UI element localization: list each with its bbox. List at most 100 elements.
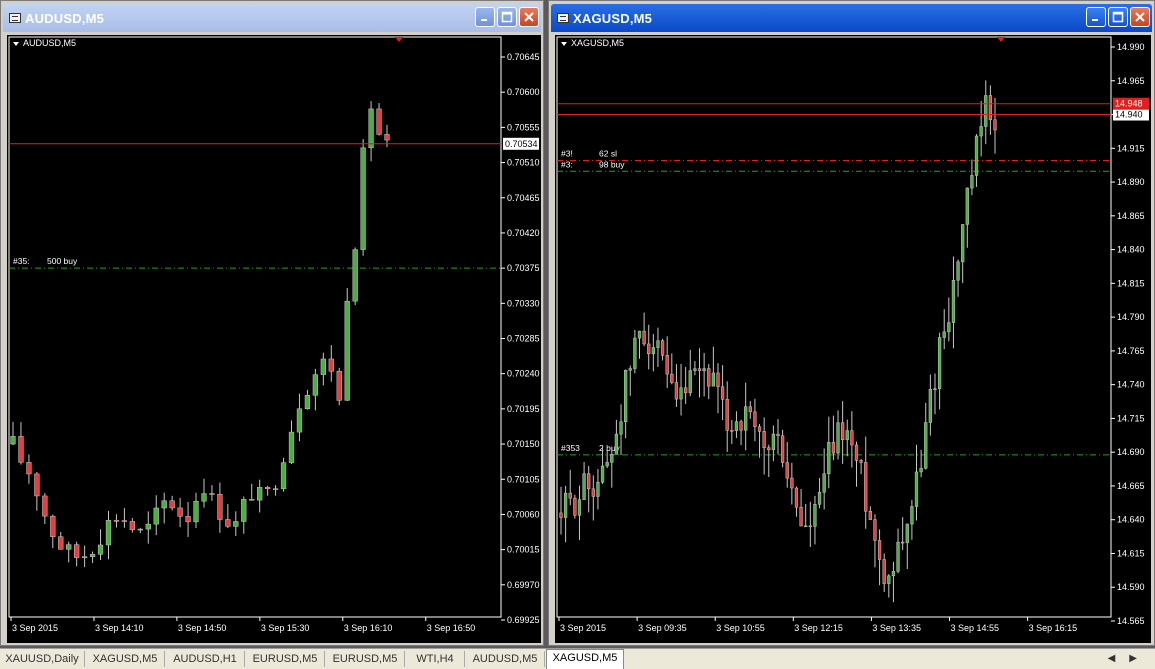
candle-body (702, 368, 706, 372)
candle-body (587, 473, 591, 490)
tab-scroll-arrows[interactable]: ◀▶ (1108, 653, 1151, 664)
candle-body (257, 487, 263, 501)
candle-body (799, 506, 803, 527)
candle-body (794, 487, 799, 508)
time-tick-label: 3 Sep 12:15 (794, 623, 843, 633)
candle-body (177, 507, 183, 517)
order-id-label: #3! (561, 148, 573, 158)
tab-audusd-h1[interactable]: AUDUSD,H1 (166, 651, 245, 667)
period-separator-marker (997, 37, 1005, 42)
candle-body (265, 487, 271, 489)
candle-body (129, 521, 135, 530)
candle-body (684, 387, 688, 394)
chart-symbol-label: XAGUSD,M5 (571, 38, 624, 48)
candle-body (225, 519, 231, 527)
window-titlebar[interactable]: AUDUSD,M5 (3, 4, 541, 32)
candle-body (822, 473, 826, 493)
candle-body (970, 175, 974, 189)
candle-body (288, 431, 295, 463)
candle-body (304, 395, 311, 409)
plot-frame (556, 36, 1112, 618)
price-tick-label: 0.70330 (507, 298, 540, 308)
close-button[interactable] (1130, 7, 1150, 27)
minimize-button[interactable] (1086, 7, 1106, 27)
candle-body (336, 370, 342, 401)
price-chart[interactable]: 14.990 14.965 14.940 14.915 14.890 14.865 14.8… (555, 35, 1151, 643)
tab-eurusd-m5[interactable]: EURUSD,M5 (246, 651, 325, 667)
tab-xagusd-m5-active[interactable]: XAGUSD,M5 (546, 649, 624, 669)
candle-body (656, 340, 660, 348)
candle-body (919, 467, 923, 473)
candle-body (624, 369, 628, 423)
candle-body (933, 388, 937, 390)
candle-body (753, 411, 757, 428)
candle-body (716, 372, 720, 387)
candle-body (748, 406, 752, 413)
maximize-button[interactable] (497, 7, 517, 27)
price-tick-label: 14.990 (1117, 42, 1145, 52)
candle-body (776, 433, 780, 436)
window-titlebar[interactable]: XAGUSD,M5 (551, 4, 1152, 32)
candle-body (979, 126, 983, 137)
price-tick-label: 14.890 (1117, 177, 1145, 187)
candle-body (185, 516, 191, 523)
candlestick-chart[interactable]: 0.70645 0.70600 0.70555 0.70510 0.70465 0.704… (7, 35, 541, 643)
price-tick-label: 0.69925 (507, 615, 540, 625)
candle-body (947, 322, 951, 333)
candle-body (610, 454, 614, 463)
candle-body (81, 556, 88, 558)
candle-body (961, 224, 965, 263)
chart-window-audusd[interactable]: AUDUSD,M5 0.70645 0.70600 0.70555 0.70510 0.… (0, 0, 544, 646)
price-chart[interactable]: 0.70645 0.70600 0.70555 0.70510 0.70465 0.704… (7, 35, 541, 643)
time-tick-label: 3 Sep 16:50 (427, 623, 476, 633)
candle-body (577, 499, 582, 516)
tab-audusd-m5[interactable]: AUDUSD,M5 (466, 651, 545, 667)
candle-body (296, 408, 303, 433)
price-tick-label: 14.615 (1117, 548, 1145, 558)
time-tick-label: 3 Sep 14:55 (951, 623, 1000, 633)
candle-body (984, 95, 988, 127)
tab-xagusd-m5[interactable]: XAGUSD,M5 (86, 651, 165, 667)
candle-body (74, 544, 80, 558)
price-tick-label: 14.790 (1117, 312, 1145, 322)
candle-body (942, 331, 946, 338)
tab-wti-h4[interactable]: WTI,H4 (406, 651, 465, 667)
tab-xauusd-daily[interactable]: XAUUSD,Daily (0, 651, 85, 667)
price-tick-label: 14.715 (1117, 413, 1145, 423)
candle-body (563, 492, 568, 518)
current-price-label: 14.940 (1115, 110, 1143, 120)
time-tick-label: 3 Sep 15:30 (261, 623, 310, 633)
candle-body (637, 330, 642, 339)
candle-body (368, 108, 374, 149)
chart-window-xagusd[interactable]: XAGUSD,M5 14.990 14.965 14.940 14.915 14.890… (548, 0, 1155, 646)
window-title: AUDUSD,M5 (25, 10, 105, 26)
candle-body (660, 340, 665, 356)
candle-body (887, 575, 891, 584)
candle-body (651, 347, 655, 355)
maximize-button[interactable] (1108, 7, 1128, 27)
candle-body (600, 465, 605, 483)
close-button[interactable] (519, 7, 539, 27)
minimize-button[interactable] (475, 7, 495, 27)
price-tick-label: 14.815 (1117, 278, 1145, 288)
price-tick-label: 0.70015 (507, 545, 540, 555)
order-label: 98 buy (599, 159, 625, 169)
time-tick-label: 3 Sep 2015 (12, 623, 58, 633)
candle-body (937, 337, 942, 389)
tab-eurusd-m5-2[interactable]: EURUSD,M5 (326, 651, 405, 667)
candlestick-chart[interactable]: 14.990 14.965 14.940 14.915 14.890 14.865 14.8… (555, 35, 1151, 643)
candle-body (873, 519, 877, 541)
candle-body (882, 559, 886, 584)
candle-body (582, 473, 586, 500)
candle-body (845, 430, 849, 440)
time-tick-label: 3 Sep 13:35 (872, 623, 921, 633)
candle-body (956, 261, 960, 281)
price-tick-label: 0.70105 (507, 474, 540, 484)
candle-body (767, 447, 771, 451)
candle-body (817, 491, 822, 505)
window-title: XAGUSD,M5 (573, 10, 653, 26)
candle-body (312, 374, 319, 396)
price-tick-label: 0.70240 (507, 369, 540, 379)
candle-body (725, 399, 729, 431)
candle-body (951, 279, 956, 323)
